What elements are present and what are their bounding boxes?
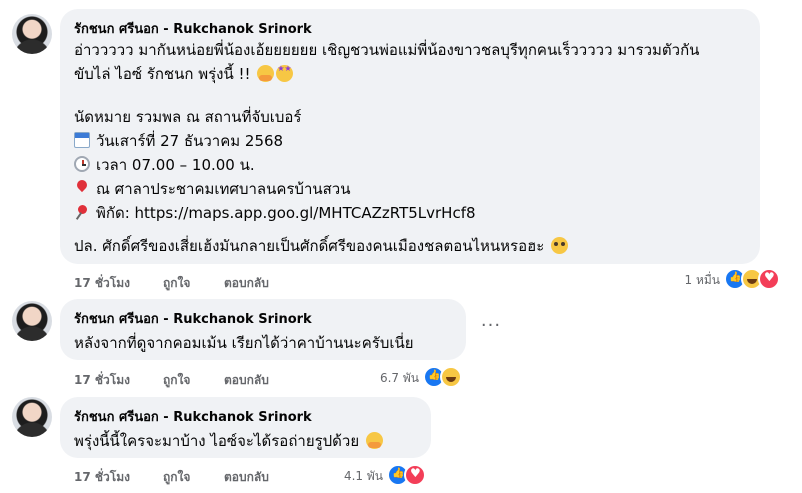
reaction-summary[interactable]: 1 หมื่น xyxy=(685,268,782,290)
pushpin-icon xyxy=(74,204,90,220)
comment-bubble: รักชนก ศรีนอก - Rukchanok Srinork อ่าววว… xyxy=(60,9,760,264)
comment-timestamp[interactable]: 17 ชั่วโมง xyxy=(74,468,130,487)
avatar[interactable] xyxy=(12,14,52,54)
like-button[interactable]: ถูกใจ xyxy=(163,274,190,293)
comment-text-line: อ่าววววว มากันหน่อยพี่น้องเอ้ยยยยยย เชิญ… xyxy=(74,41,700,59)
avatar[interactable] xyxy=(12,301,52,341)
pleading-face-emoji-icon xyxy=(551,237,569,254)
comment-timestamp[interactable]: 17 ชั่วโมง xyxy=(74,371,130,390)
reply-button[interactable]: ตอบกลับ xyxy=(224,371,269,390)
clock-icon xyxy=(74,156,90,172)
love-reaction-icon xyxy=(758,268,780,290)
hugging-face-emoji-icon xyxy=(257,65,275,82)
date-text: วันเสาร์ที่ 27 ธันวาคม 2568 xyxy=(96,132,284,150)
comment-text-line: นัดหมาย รวมพล ณ สถานที่จับเบอร์ xyxy=(74,108,302,126)
comment-text-line: พรุ่งนี้นี้ใครจะมาบ้าง ไอซ์จะได้รอถ่ายรู… xyxy=(74,429,383,453)
comment-text: พรุ่งนี้นี้ใครจะมาบ้าง ไอซ์จะได้รอถ่ายรู… xyxy=(74,432,360,450)
reaction-summary[interactable]: 4.1 พัน xyxy=(344,464,429,486)
calendar-icon xyxy=(74,132,90,148)
comment-text: ขับไล่ ไอซ์ รักชนก พรุ่งนี้ !! xyxy=(74,65,251,83)
place-line: ณ ศาลาประชาคมเทศบาลนครบ้านสวน xyxy=(74,177,350,201)
date-line: วันเสาร์ที่ 27 ธันวาคม 2568 xyxy=(74,129,283,153)
place-text: ณ ศาลาประชาคมเทศบาลนครบ้านสวน xyxy=(96,180,351,198)
pin-icon xyxy=(74,180,90,196)
avatar[interactable] xyxy=(12,397,52,437)
comment-author[interactable]: รักชนก ศรีนอก - Rukchanok Srinork xyxy=(74,18,312,39)
time-line: เวลา 07.00 – 10.00 น. xyxy=(74,153,255,177)
comment-text: ปล. ศักดิ์ศรีของเสี่ยเฮ้งมันกลายเป็นศักด… xyxy=(74,237,545,255)
map-line: พิกัด: https://maps.app.goo.gl/MHTCAZzRT… xyxy=(74,201,476,225)
hugging-face-emoji-icon xyxy=(365,432,383,449)
star-struck-emoji-icon xyxy=(276,64,294,82)
reaction-count: 4.1 พัน xyxy=(343,469,383,483)
comment-text-line: ปล. ศักดิ์ศรีของเสี่ยเฮ้งมันกลายเป็นศักด… xyxy=(74,234,569,258)
time-text: เวลา 07.00 – 10.00 น. xyxy=(96,156,255,174)
reaction-summary[interactable]: 6.7 พัน xyxy=(380,366,465,388)
love-reaction-icon xyxy=(404,464,426,486)
comment-timestamp[interactable]: 17 ชั่วโมง xyxy=(74,274,130,293)
reaction-count: 6.7 พัน xyxy=(379,371,419,385)
comment-text: หลังจากที่ดูจากคอมเม้น เรียกได้ว่าคาบ้าน… xyxy=(74,334,414,352)
like-button[interactable]: ถูกใจ xyxy=(163,468,190,487)
comment-bubble: รักชนก ศรีนอก - Rukchanok Srinork พรุ่งน… xyxy=(60,397,431,458)
map-label: พิกัด: xyxy=(96,204,135,222)
more-options-button[interactable]: ··· xyxy=(476,317,506,340)
comment-author[interactable]: รักชนก ศรีนอก - Rukchanok Srinork xyxy=(74,406,312,427)
reply-button[interactable]: ตอบกลับ xyxy=(224,274,269,293)
comment-author[interactable]: รักชนก ศรีนอก - Rukchanok Srinork xyxy=(74,308,312,329)
map-link[interactable]: https://maps.app.goo.gl/MHTCAZzRT5LvrHcf… xyxy=(135,204,476,222)
reaction-count: 1 หมื่น xyxy=(684,273,720,287)
like-button[interactable]: ถูกใจ xyxy=(163,371,190,390)
comment-text-line: ขับไล่ ไอซ์ รักชนก พรุ่งนี้ !! xyxy=(74,62,294,86)
reply-button[interactable]: ตอบกลับ xyxy=(224,468,269,487)
haha-reaction-icon xyxy=(440,366,462,388)
comment-bubble: รักชนก ศรีนอก - Rukchanok Srinork หลังจา… xyxy=(60,299,466,360)
